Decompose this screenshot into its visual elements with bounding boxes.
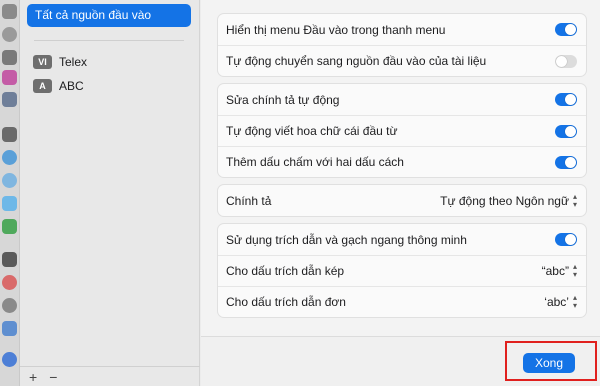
smart-quotes-row: Sử dụng trích dẫn và gạch ngang thông mi… [218, 224, 586, 255]
row-label: Tự động chuyển sang nguồn đầu vào của tà… [226, 54, 487, 68]
row-label: Chính tả [226, 193, 272, 208]
auto-switch-row: Tự động chuyển sang nguồn đầu vào của tà… [218, 45, 586, 76]
app-icon[interactable] [2, 70, 17, 85]
row-label: Tự động viết hoa chữ cái đầu từ [226, 124, 398, 138]
autocorrect-toggle[interactable] [555, 93, 577, 106]
sheet-footer: Xong [201, 336, 600, 386]
language-badge: VI [33, 55, 52, 69]
double-quotes-popup[interactable]: “abc” ▴ ▾ [542, 263, 577, 279]
language-badge: A [33, 79, 52, 93]
show-input-menu-row: Hiển thị menu Đầu vào trong thanh menu [218, 14, 586, 45]
app-icon[interactable] [2, 173, 17, 188]
up-down-chevron-icon: ▴ ▾ [572, 293, 577, 310]
app-icon[interactable] [2, 27, 17, 42]
smart-quotes-toggle[interactable] [555, 233, 577, 246]
app-icon[interactable] [2, 219, 17, 234]
input-sources-sidebar: Tất cả nguồn đầu vào VI Telex A ABC + − [20, 0, 200, 386]
row-label: Sửa chính tả tự động [226, 92, 340, 107]
row-label: Cho dấu trích dẫn đơn [226, 295, 346, 309]
autocorrect-row: Sửa chính tả tự động [218, 84, 586, 115]
autocapitalize-row: Tự động viết hoa chữ cái đầu từ [218, 115, 586, 146]
app-icon[interactable] [2, 50, 17, 65]
sidebar-item-label: Telex [59, 55, 88, 69]
spelling-group: Chính tả Tự động theo Ngôn ngữ ▴ ▾ [217, 184, 587, 217]
spelling-popup[interactable]: Tự động theo Ngôn ngữ ▴ ▾ [440, 191, 577, 209]
app-icon[interactable] [2, 150, 17, 165]
sidebar-item-telex[interactable]: VI Telex [33, 53, 87, 71]
settings-pane: Hiển thị menu Đầu vào trong thanh menu T… [201, 0, 600, 386]
input-sources-sheet: Tất cả nguồn đầu vào VI Telex A ABC + − … [20, 0, 600, 386]
up-down-chevron-icon: ▴ ▾ [572, 191, 577, 209]
spelling-row: Chính tả Tự động theo Ngôn ngữ ▴ ▾ [218, 185, 586, 216]
remove-input-source-button[interactable]: − [49, 369, 57, 385]
dock-strip [0, 0, 20, 386]
sidebar-item-abc[interactable]: A ABC [33, 77, 84, 95]
app-icon[interactable] [2, 196, 17, 211]
app-icon[interactable] [2, 127, 17, 142]
popup-value: “abc” [541, 264, 569, 278]
app-icon[interactable] [2, 92, 17, 107]
double-space-period-toggle[interactable] [555, 155, 577, 169]
row-label: Hiển thị menu Đầu vào trong thanh menu [226, 22, 446, 37]
app-icon[interactable] [2, 252, 17, 267]
up-down-chevron-icon: ▴ ▾ [572, 262, 577, 279]
auto-switch-toggle[interactable] [555, 54, 577, 68]
sidebar-toolbar: + − [20, 366, 200, 386]
app-icon[interactable] [2, 298, 17, 313]
app-icon[interactable] [2, 352, 17, 367]
popup-value: Tự động theo Ngôn ngữ [440, 193, 569, 208]
app-icon[interactable] [2, 4, 17, 19]
sidebar-item-all-input-sources[interactable]: Tất cả nguồn đầu vào [27, 4, 191, 27]
row-label: Sử dụng trích dẫn và gạch ngang thông mi… [226, 232, 467, 247]
double-space-period-row: Thêm dấu chấm với hai dấu cách [218, 146, 586, 177]
add-input-source-button[interactable]: + [29, 369, 37, 385]
autocapitalize-toggle[interactable] [555, 124, 577, 138]
row-label: Cho dấu trích dẫn kép [226, 264, 345, 278]
settings-content: Hiển thị menu Đầu vào trong thanh menu T… [201, 0, 600, 336]
quotes-group: Sử dụng trích dẫn và gạch ngang thông mi… [217, 223, 587, 318]
row-label: Thêm dấu chấm với hai dấu cách [226, 155, 404, 169]
popup-value: ‘abc’ [544, 295, 569, 309]
sidebar-divider [34, 40, 184, 41]
single-quotes-popup[interactable]: ‘abc’ ▴ ▾ [544, 294, 577, 310]
double-quotes-row: Cho dấu trích dẫn kép “abc” ▴ ▾ [218, 255, 586, 286]
app-icon[interactable] [2, 321, 17, 336]
app-icon[interactable] [2, 275, 17, 290]
show-input-menu-toggle[interactable] [555, 23, 577, 36]
typing-settings-group: Sửa chính tả tự động Tự động viết hoa ch… [217, 83, 587, 178]
single-quotes-row: Cho dấu trích dẫn đơn ‘abc’ ▴ ▾ [218, 286, 586, 317]
menu-settings-group: Hiển thị menu Đầu vào trong thanh menu T… [217, 13, 587, 77]
sidebar-item-label: ABC [59, 79, 84, 93]
highlight-box [505, 341, 597, 381]
